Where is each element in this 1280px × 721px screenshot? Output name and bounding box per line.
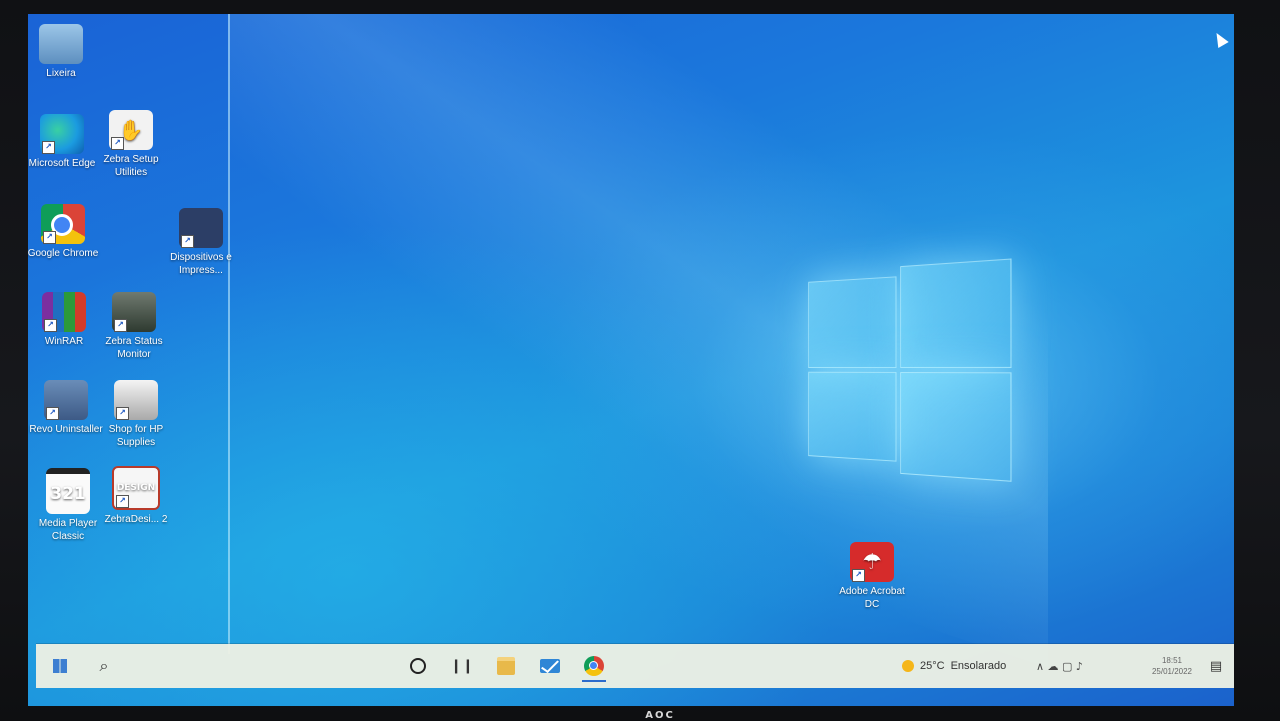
shortcut-arrow-icon: ↗ <box>852 569 865 582</box>
logo-pane <box>808 371 897 462</box>
icon-label: Revo Uninstaller <box>29 424 103 435</box>
desktop-icon-mpc[interactable]: 321 Media Player Classic <box>29 468 107 543</box>
system-tray[interactable]: ∧ ☁ ▢ ♪ <box>1036 650 1146 682</box>
weather-temp: 25°C <box>920 660 945 672</box>
shortcut-arrow-icon: ↗ <box>114 319 127 332</box>
active-indicator <box>582 680 606 682</box>
sun-icon <box>902 660 914 672</box>
shortcut-arrow-icon: ↗ <box>46 407 59 420</box>
icon-label: Dispositivos e Impress... <box>170 252 232 276</box>
clock[interactable]: 18:51 25/01/2022 <box>1144 650 1200 682</box>
revo-icon: ↗ <box>44 380 88 420</box>
mouse-cursor-icon <box>1211 29 1229 49</box>
winrar-icon: ↗ <box>42 292 86 332</box>
desktop-icon-recycle-bin[interactable]: Lixeira <box>28 24 100 80</box>
taskbar: ⌕ ❙❙ 25°C Ensolarado ∧ ☁ ▢ ♪ 18:51 25/01… <box>36 644 1234 688</box>
cortana-icon <box>410 658 426 674</box>
shortcut-arrow-icon: ↗ <box>116 407 129 420</box>
icon-label: Lixeira <box>46 68 76 79</box>
search-icon: ⌕ <box>99 656 109 675</box>
cortana-button[interactable] <box>398 650 438 682</box>
logo-pane <box>900 258 1012 368</box>
task-view-button[interactable]: ❙❙ <box>442 650 482 682</box>
shortcut-arrow-icon: ↗ <box>43 231 56 244</box>
icon-label: WinRAR <box>44 336 84 347</box>
weather-widget[interactable]: 25°C Ensolarado <box>902 650 1054 682</box>
weather-text: Ensolarado <box>950 660 1007 672</box>
desktop-icon-hp-supplies[interactable]: ↗ Shop for HP Supplies <box>97 380 175 449</box>
zebradesigner-icon: DESIGN ↗ <box>112 466 160 510</box>
printer-icon: ↗ <box>179 208 223 248</box>
desktop-icon-microsoft-edge[interactable]: ↗ Microsoft Edge <box>28 114 101 170</box>
notification-button[interactable]: ▤ <box>1202 650 1230 682</box>
mail-icon <box>540 659 560 673</box>
zebra-status-icon: ↗ <box>112 292 156 332</box>
icon-label: Microsoft Edge <box>28 158 96 169</box>
icon-label: ZebraDesi... 2 <box>104 514 168 525</box>
icon-label: Zebra Setup Utilities <box>103 154 159 178</box>
edge-icon: ↗ <box>40 114 84 154</box>
desktop-icon-zebra-setup[interactable]: ✋ ↗ Zebra Setup Utilities <box>92 110 170 179</box>
logo-pane <box>808 276 897 368</box>
notification-icon: ▤ <box>1209 658 1223 674</box>
desktop-icon-acrobat[interactable]: ☂ ↗ Adobe Acrobat DC <box>833 542 911 611</box>
shortcut-arrow-icon: ↗ <box>116 495 129 508</box>
logo-pane <box>900 371 1012 482</box>
desktop-icon-revo[interactable]: ↗ Revo Uninstaller <box>28 380 105 436</box>
search-button[interactable]: ⌕ <box>84 650 124 682</box>
chrome-taskbar-button[interactable] <box>574 650 614 682</box>
start-button[interactable] <box>40 650 80 682</box>
chrome-icon: ↗ <box>41 204 85 244</box>
mail-button[interactable] <box>530 650 570 682</box>
shortcut-arrow-icon: ↗ <box>111 137 124 150</box>
chrome-icon <box>584 656 604 676</box>
file-explorer-button[interactable] <box>486 650 526 682</box>
folder-icon <box>497 657 515 675</box>
zebra-setup-icon: ✋ ↗ <box>109 110 153 150</box>
windows-logo-wallpaper <box>808 250 1012 486</box>
icon-label: Zebra Status Monitor <box>105 336 163 360</box>
windows-start-icon <box>53 659 67 673</box>
desktop-icon-google-chrome[interactable]: ↗ Google Chrome <box>28 204 102 260</box>
clock-date: 25/01/2022 <box>1151 667 1193 676</box>
acrobat-icon: ☂ ↗ <box>850 542 894 582</box>
shortcut-arrow-icon: ↗ <box>181 235 194 248</box>
desktop-screen: Lixeira ↗ Microsoft Edge ✋ ↗ Zebra Setup … <box>28 14 1234 706</box>
clock-time: 18:51 <box>1161 656 1183 665</box>
desktop-icon-dispositivos[interactable]: ↗ Dispositivos e Impress... <box>162 208 240 277</box>
shortcut-arrow-icon: ↗ <box>42 141 55 154</box>
desktop-icon-zebra-status[interactable]: ↗ Zebra Status Monitor <box>95 292 173 361</box>
icon-label: Media Player Classic <box>38 518 98 542</box>
monitor-brand-logo: AOC <box>645 710 675 721</box>
icon-label: Adobe Acrobat DC <box>839 586 905 610</box>
icon-label: Google Chrome <box>28 248 99 259</box>
task-view-icon: ❙❙ <box>450 658 474 674</box>
shortcut-arrow-icon: ↗ <box>44 319 57 332</box>
tray-icons: ∧ ☁ ▢ ♪ <box>1036 659 1083 673</box>
screen-artifact-line <box>228 14 230 654</box>
recycle-bin-icon <box>39 24 83 64</box>
desktop-icon-winrar[interactable]: ↗ WinRAR <box>28 292 103 348</box>
icon-label: Shop for HP Supplies <box>108 424 164 448</box>
media-player-icon: 321 <box>46 468 90 514</box>
desktop-icon-zebradesigner[interactable]: DESIGN ↗ ZebraDesi... 2 <box>97 466 175 526</box>
hp-printer-icon: ↗ <box>114 380 158 420</box>
